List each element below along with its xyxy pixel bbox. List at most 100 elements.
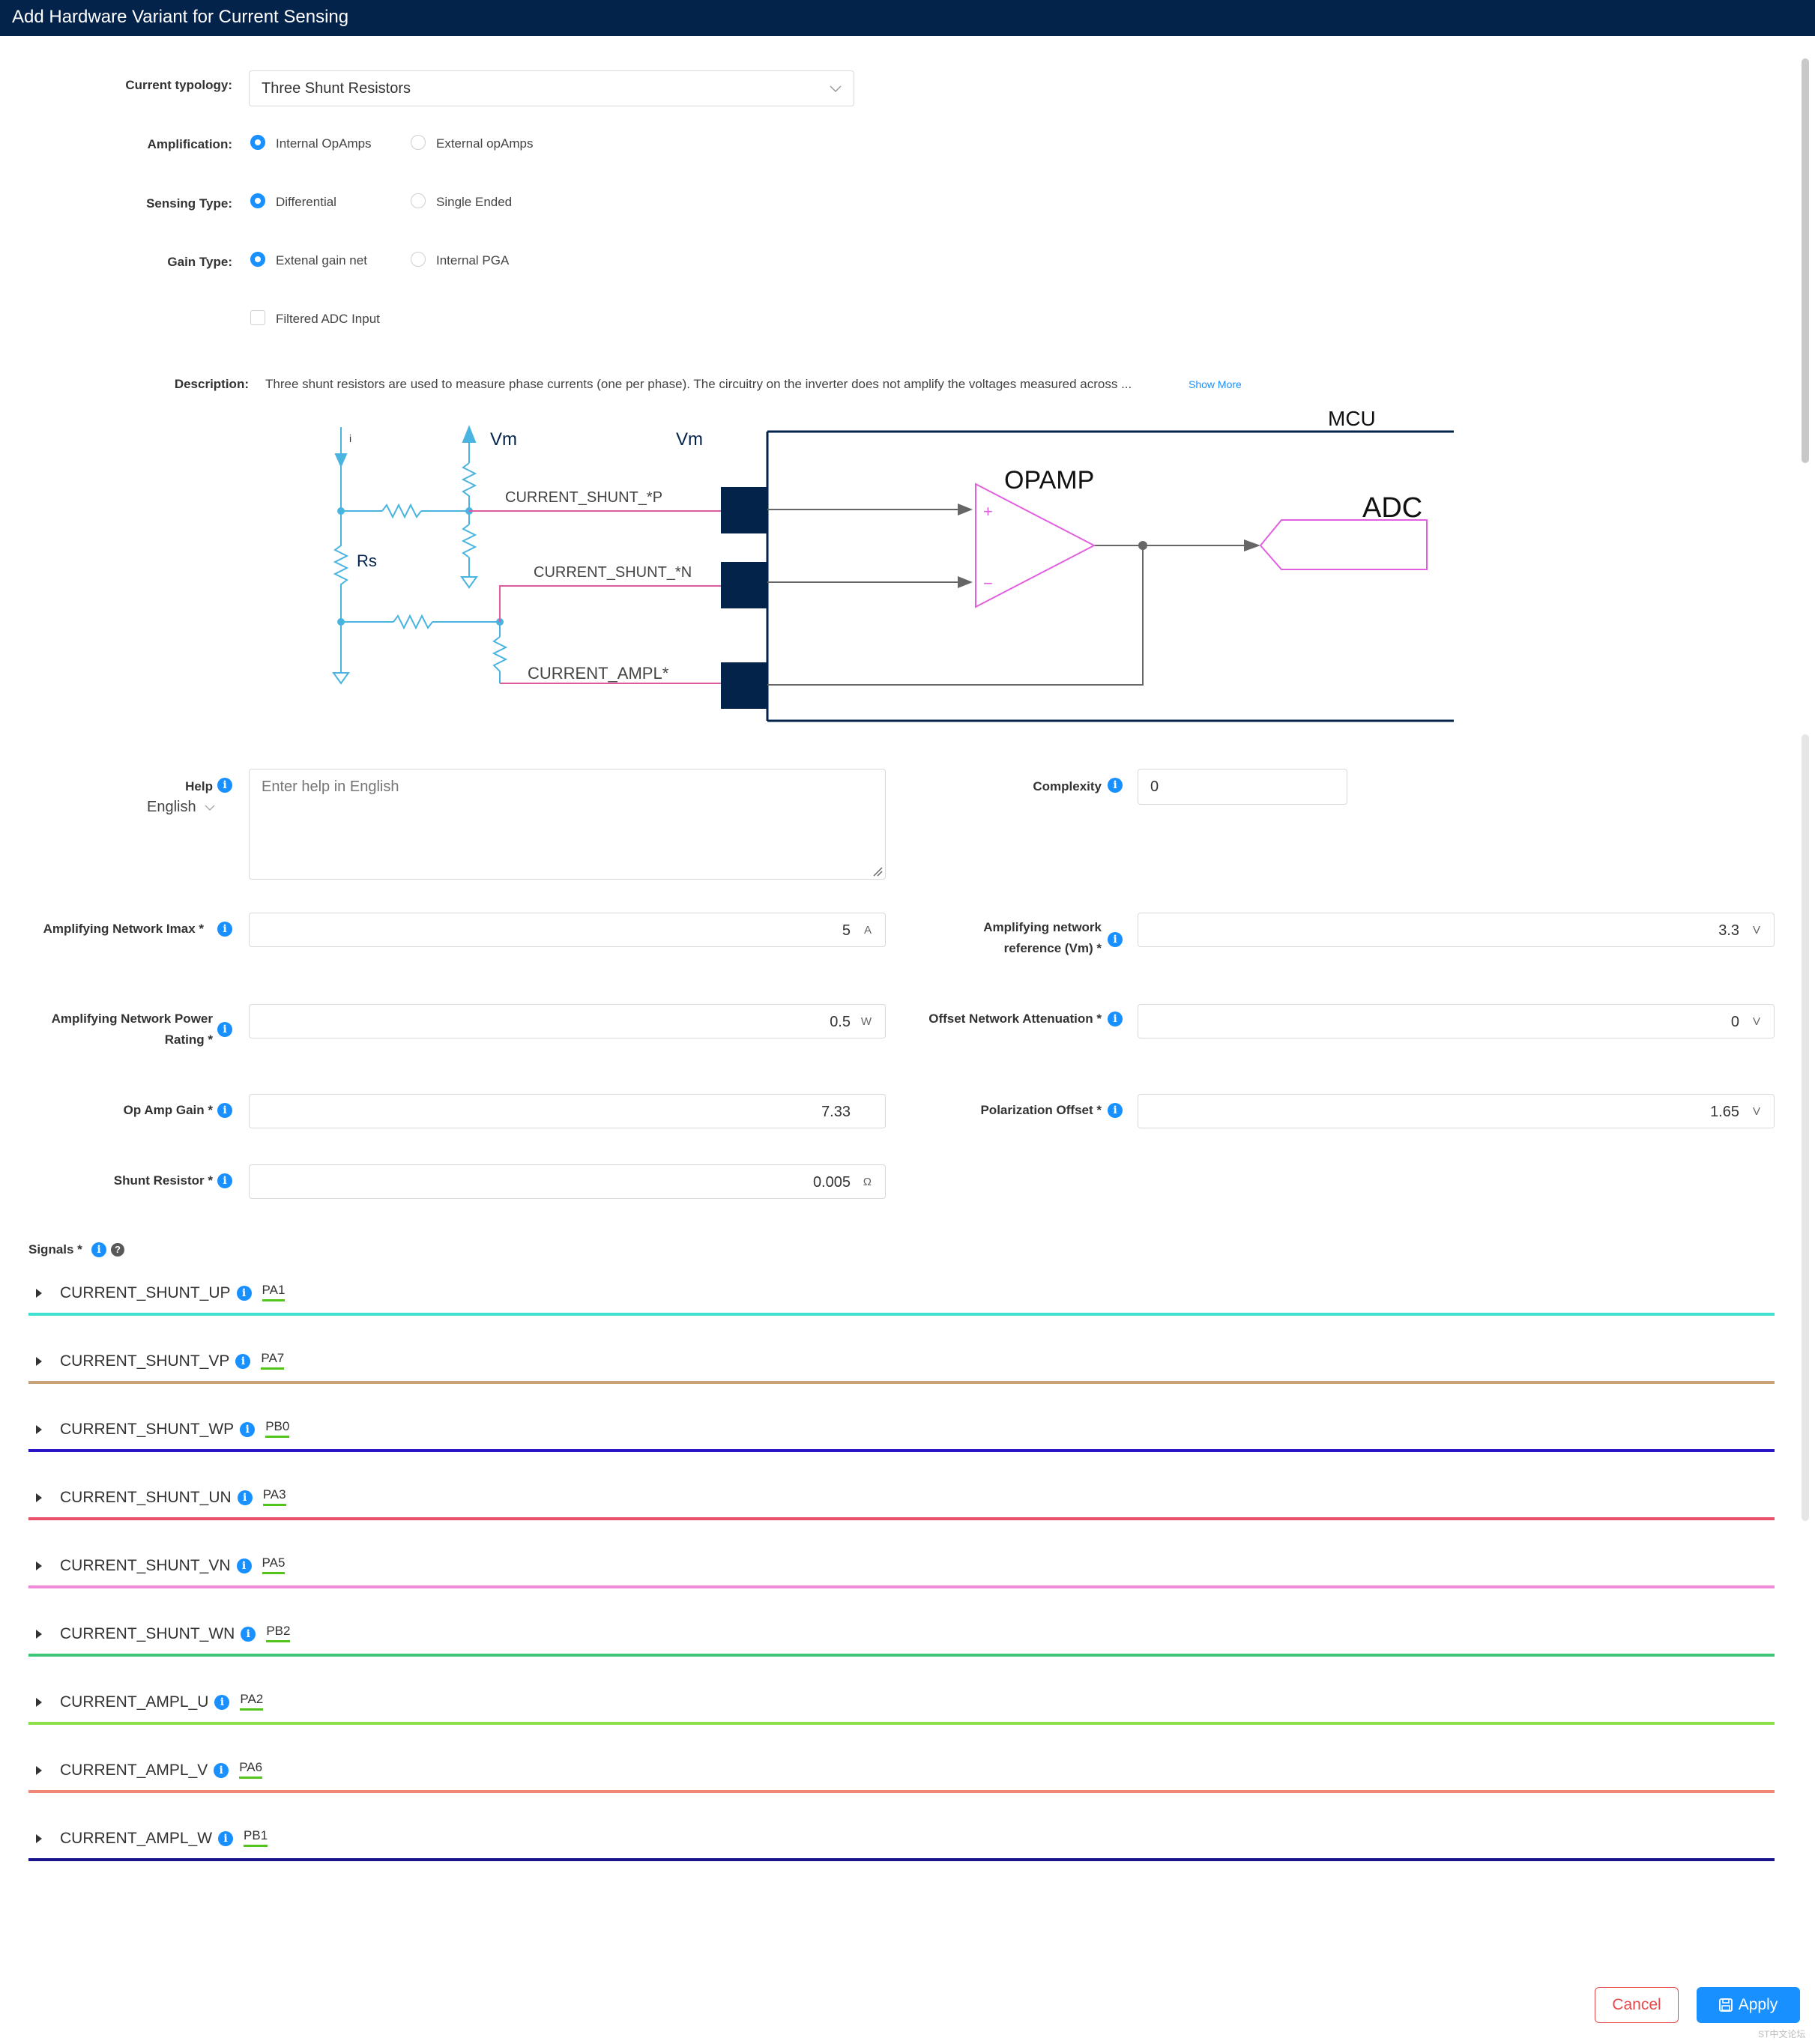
circuit-diagram: i Vm Vm Rs MCU OPAMP ADC + − CURRENT_SHU… [332, 407, 1454, 722]
expand-caret-icon[interactable] [36, 1698, 42, 1707]
expand-caret-icon[interactable] [36, 1289, 42, 1298]
shunt-resistor-input[interactable]: 0.005 Ω [249, 1164, 886, 1199]
opamp-gain-input[interactable]: 7.33 [249, 1094, 886, 1128]
power-label-line1: Amplifying Network Power [51, 1012, 213, 1026]
signal-pin[interactable]: PA1 [262, 1283, 286, 1301]
polarization-offset-label: Polarization Offset * [980, 1103, 1102, 1117]
resize-handle-icon[interactable] [872, 866, 883, 877]
apply-button-label: Apply [1738, 1996, 1778, 2013]
diagram-vm-1: Vm [490, 429, 517, 450]
signal-color-line [28, 1517, 1775, 1520]
vm-value: 3.3 [1718, 922, 1739, 939]
shunt-resistor-unit: Ω [863, 1176, 872, 1188]
signal-name[interactable]: CURRENT_AMPL_W [60, 1830, 212, 1848]
signal-info-icon[interactable]: i [237, 1490, 253, 1505]
signal-pin[interactable]: PA7 [261, 1351, 285, 1370]
shunt-resistor-info-icon[interactable]: i [217, 1173, 232, 1188]
signals-help-icon[interactable]: ? [111, 1243, 124, 1257]
offset-attenuation-input[interactable]: 0 V [1138, 1004, 1775, 1038]
signal-color-line [28, 1722, 1775, 1725]
diagram-plus-sign: + [983, 502, 993, 521]
signal-color-line [28, 1381, 1775, 1384]
vm-info-icon[interactable]: i [1108, 932, 1123, 947]
opamp-gain-value: 7.33 [821, 1104, 851, 1120]
help-info-icon[interactable]: i [217, 778, 232, 793]
signal-info-icon[interactable]: i [240, 1422, 256, 1437]
scrollbar-thumb[interactable] [1802, 58, 1809, 463]
signal-pin[interactable]: PB2 [266, 1624, 291, 1642]
diagram-minus-sign: − [983, 574, 993, 593]
expand-caret-icon[interactable] [36, 1425, 42, 1434]
signal-name[interactable]: CURRENT_AMPL_V [60, 1762, 208, 1780]
imax-unit: A [863, 924, 872, 937]
signal-info-icon[interactable]: i [214, 1763, 229, 1778]
signal-name[interactable]: CURRENT_SHUNT_UP [60, 1284, 231, 1302]
apply-button[interactable]: Apply [1697, 1987, 1800, 2023]
help-textarea[interactable] [249, 769, 886, 880]
imax-input[interactable]: 5 A [249, 913, 886, 947]
expand-caret-icon[interactable] [36, 1630, 42, 1639]
offset-attenuation-value: 0 [1730, 1014, 1739, 1030]
shunt-resistor-value: 0.005 [812, 1174, 851, 1191]
cancel-button-label: Cancel [1612, 1996, 1661, 2013]
signal-info-icon[interactable]: i [241, 1627, 256, 1642]
complexity-label: Complexity [1033, 779, 1102, 793]
expand-caret-icon[interactable] [36, 1834, 42, 1843]
expand-caret-icon[interactable] [36, 1561, 42, 1570]
diagram-adc-label: ADC [1362, 492, 1422, 524]
imax-info-icon[interactable]: i [217, 922, 232, 937]
diagram-opamp-label: OPAMP [1004, 466, 1094, 495]
signal-name[interactable]: CURRENT_SHUNT_UN [60, 1489, 232, 1507]
signal-pin[interactable]: PA6 [239, 1760, 263, 1779]
signal-pin[interactable]: PA2 [240, 1692, 264, 1711]
signal-pin[interactable]: PA3 [262, 1487, 286, 1506]
power-info-icon[interactable]: i [217, 1022, 232, 1037]
signal-info-icon[interactable]: i [236, 1286, 252, 1301]
expand-caret-icon[interactable] [36, 1766, 42, 1775]
signal-pin[interactable]: PB0 [265, 1419, 290, 1438]
signal-info-icon[interactable]: i [214, 1695, 230, 1710]
signal-name[interactable]: CURRENT_SHUNT_VP [60, 1352, 229, 1370]
polarization-offset-unit: V [1752, 1105, 1760, 1118]
signal-info-icon[interactable]: i [218, 1831, 234, 1846]
vm-label-line2: reference (Vm) * [1003, 941, 1102, 955]
diagram-vm-2: Vm [676, 429, 703, 450]
signal-color-line [28, 1654, 1775, 1657]
signal-name[interactable]: CURRENT_SHUNT_WP [60, 1421, 234, 1439]
vm-input[interactable]: 3.3 V [1138, 913, 1775, 947]
signal-pin[interactable]: PA5 [262, 1555, 286, 1574]
signal-name[interactable]: CURRENT_SHUNT_VN [60, 1557, 231, 1575]
diagram-rs-label: Rs [357, 551, 377, 570]
polarization-offset-value: 1.65 [1710, 1104, 1739, 1120]
complexity-input[interactable]: 0 [1138, 769, 1347, 805]
help-language-select[interactable]: English [147, 799, 215, 816]
diagram-mcu-label: MCU [1328, 407, 1376, 430]
diagram-signal-p: CURRENT_SHUNT_*P [505, 489, 662, 506]
polarization-offset-info-icon[interactable]: i [1108, 1103, 1123, 1118]
save-icon [1718, 1998, 1733, 2012]
expand-caret-icon[interactable] [36, 1493, 42, 1502]
power-input[interactable]: 0.5 W [249, 1004, 886, 1038]
offset-attenuation-label: Offset Network Attenuation * [928, 1012, 1102, 1026]
signal-color-line [28, 1790, 1775, 1793]
expand-caret-icon[interactable] [36, 1357, 42, 1366]
power-label-line2: Rating * [164, 1032, 213, 1047]
polarization-offset-input[interactable]: 1.65 V [1138, 1094, 1775, 1128]
power-value: 0.5 [830, 1014, 851, 1030]
diagram-i-label: i [349, 432, 351, 444]
signal-name[interactable]: CURRENT_AMPL_U [60, 1693, 208, 1711]
signal-info-icon[interactable]: i [235, 1354, 251, 1369]
signal-color-line [28, 1858, 1775, 1861]
opamp-gain-info-icon[interactable]: i [217, 1103, 232, 1118]
diagram-signal-ampl: CURRENT_AMPL* [528, 664, 669, 683]
cancel-button[interactable]: Cancel [1595, 1987, 1679, 2023]
signal-info-icon[interactable]: i [236, 1558, 252, 1573]
complexity-info-icon[interactable]: i [1108, 778, 1123, 793]
signals-info-icon[interactable]: i [91, 1242, 106, 1257]
vm-label-line1: Amplifying network [983, 920, 1102, 934]
help-language-value: English [147, 799, 196, 815]
offset-attenuation-info-icon[interactable]: i [1108, 1012, 1123, 1026]
scrollbar-track[interactable] [1802, 734, 1809, 1521]
signal-pin[interactable]: PB1 [244, 1828, 268, 1847]
signal-name[interactable]: CURRENT_SHUNT_WN [60, 1625, 235, 1643]
